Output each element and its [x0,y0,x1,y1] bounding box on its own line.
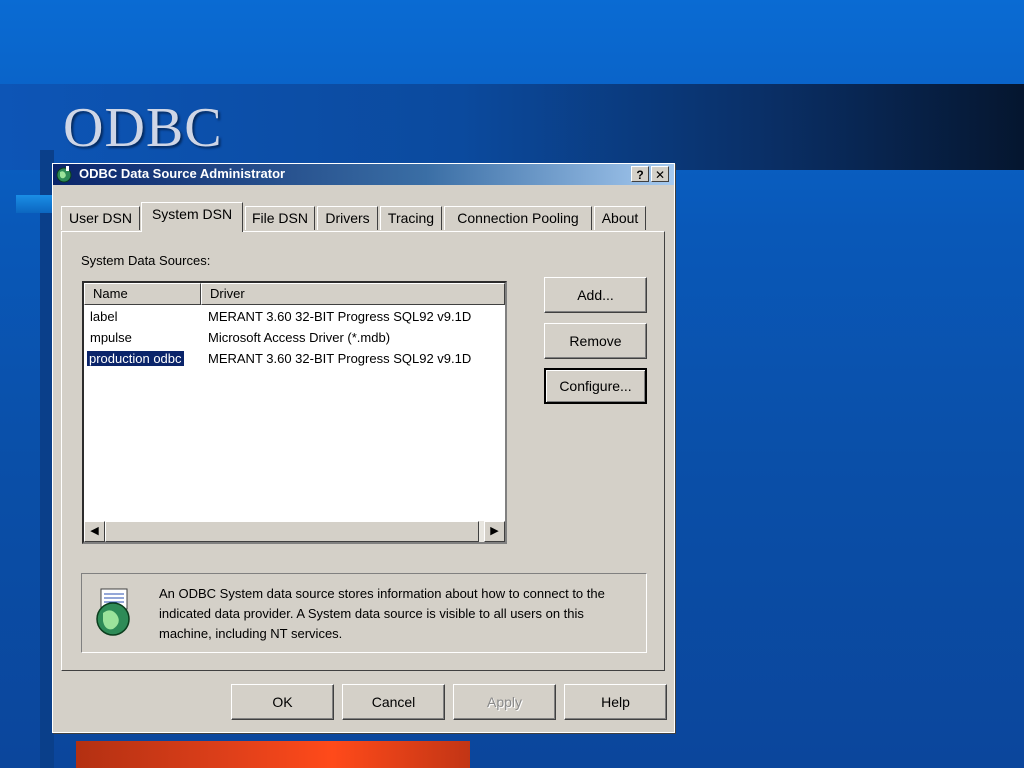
row-name: production odbc [87,351,184,366]
section-label: System Data Sources: [81,253,211,268]
add-button[interactable]: Add... [544,277,647,313]
data-source-list[interactable]: Name Driver label MERANT 3.60 32-BIT Pro… [82,281,507,544]
column-header-driver[interactable]: Driver [201,283,505,305]
scroll-thumb[interactable] [105,521,479,542]
odbc-dialog: ODBC Data Source Administrator ? ✕ User … [52,163,675,733]
tab-drivers[interactable]: Drivers [317,206,378,230]
apply-button[interactable]: Apply [453,684,556,720]
tab-user-dsn[interactable]: User DSN [61,206,140,230]
remove-button[interactable]: Remove [544,323,647,359]
scroll-left-arrow-icon[interactable]: ◀ [84,521,105,542]
row-driver: MERANT 3.60 32-BIT Progress SQL92 v9.1D [208,351,472,366]
bottom-accent-bar [76,741,470,768]
scroll-right-arrow-icon[interactable]: ▶ [484,521,505,542]
globe-icon [55,166,73,183]
tab-tracing[interactable]: Tracing [380,206,442,230]
list-header: Name Driver [84,283,505,305]
slide-title: ODBC [63,97,223,159]
configure-button[interactable]: Configure... [544,368,647,404]
close-button[interactable]: ✕ [651,166,669,182]
cancel-button[interactable]: Cancel [342,684,445,720]
data-source-globe-icon [93,587,135,639]
tab-about[interactable]: About [594,206,646,230]
window-title: ODBC Data Source Administrator [79,166,286,181]
row-name: label [90,309,118,324]
info-description: An ODBC System data source stores inform… [159,586,605,641]
row-name: mpulse [90,330,132,345]
title-bar[interactable]: ODBC Data Source Administrator ? ✕ [53,164,674,185]
tab-file-dsn[interactable]: File DSN [245,206,315,230]
ok-button[interactable]: OK [231,684,334,720]
row-driver: MERANT 3.60 32-BIT Progress SQL92 v9.1D [208,309,472,324]
list-item[interactable]: mpulse Microsoft Access Driver (*.mdb) [84,328,505,349]
info-box: An ODBC System data source stores inform… [81,573,647,653]
tab-connection-pooling[interactable]: Connection Pooling [444,206,592,230]
tab-system-dsn[interactable]: System DSN [141,202,243,232]
row-driver: Microsoft Access Driver (*.mdb) [208,330,391,345]
column-header-name[interactable]: Name [84,283,201,305]
help-footer-button[interactable]: Help [564,684,667,720]
help-button[interactable]: ? [631,166,649,182]
list-item-selected[interactable]: production odbc MERANT 3.60 32-BIT Progr… [84,349,505,370]
horizontal-scrollbar[interactable]: ◀ ▶ [84,521,505,542]
list-item[interactable]: label MERANT 3.60 32-BIT Progress SQL92 … [84,307,505,328]
